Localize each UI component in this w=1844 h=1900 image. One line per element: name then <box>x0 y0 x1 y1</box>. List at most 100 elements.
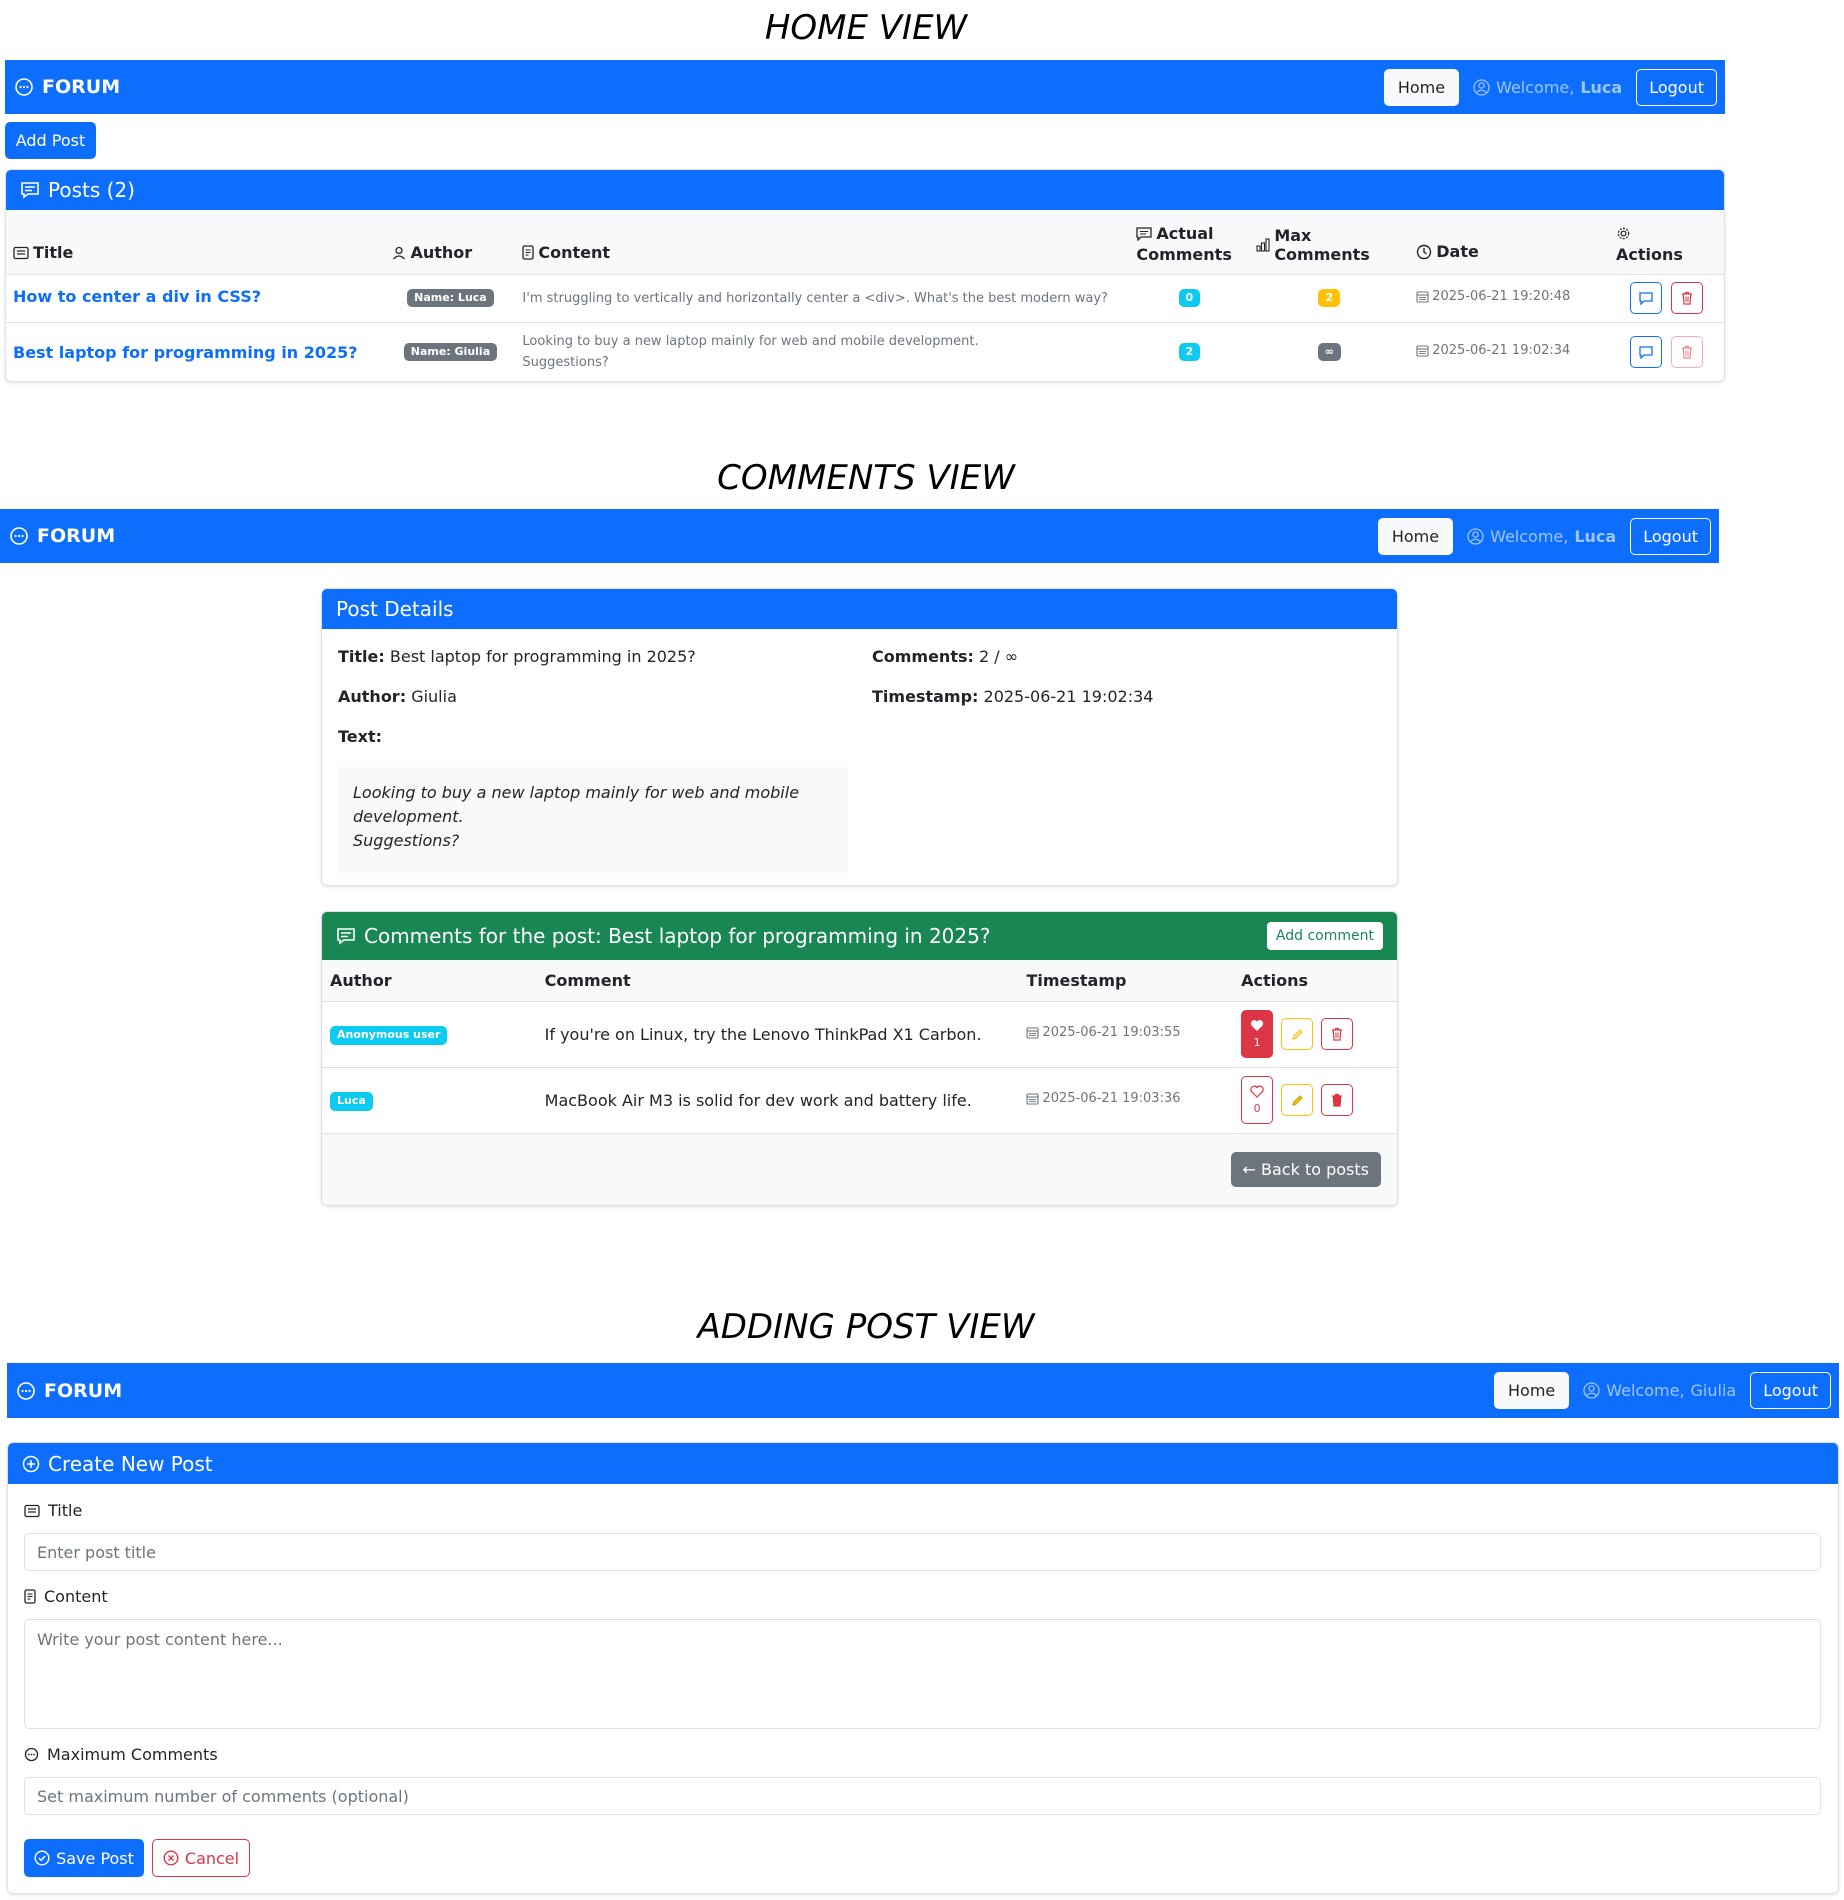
comment-text: If you're on Linux, try the Lenovo Think… <box>536 1001 1019 1068</box>
delete-post-button[interactable] <box>1671 282 1703 314</box>
chat-dots-icon <box>16 1381 36 1401</box>
detail-comments-value: 2 / ∞ <box>978 647 1019 666</box>
max-comments-badge: 2 <box>1318 288 1341 308</box>
navbar: FORUM Home Welcome, Giulia Logout <box>7 1363 1839 1418</box>
welcome-text: Welcome, Luca <box>1473 78 1622 97</box>
delete-comment-button[interactable] <box>1321 1084 1354 1116</box>
save-post-label: Save Post <box>56 1848 134 1868</box>
card-text-icon <box>24 1504 40 1518</box>
comment-timestamp: 2025-06-21 19:03:36 <box>1042 1091 1181 1106</box>
delete-comment-button[interactable] <box>1321 1018 1354 1050</box>
save-post-button[interactable]: Save Post <box>24 1839 144 1877</box>
title-input[interactable]: Enter post title <box>24 1533 1821 1571</box>
navbar: FORUM Home Welcome, Luca Logout <box>5 60 1725 114</box>
quote-line3: Suggestions? <box>353 831 460 850</box>
col-actions: Actions <box>1609 210 1724 275</box>
delete-post-button[interactable] <box>1671 336 1703 368</box>
title-label-text: Title <box>48 1501 83 1520</box>
detail-author: Author: Giulia <box>338 687 457 706</box>
calendar-icon <box>1416 290 1429 303</box>
quote-line1: Looking to buy a new laptop mainly for w… <box>353 783 800 802</box>
welcome-prefix: Welcome, <box>1606 1381 1685 1400</box>
like-button[interactable]: 1 <box>1241 1010 1274 1058</box>
col-max-comments: Max Comments <box>1249 210 1410 275</box>
table-row: Best laptop for programming in 2025? Nam… <box>6 322 1724 381</box>
col-title: Title <box>6 210 386 275</box>
comments-header-label: Comments for the post: Best laptop for p… <box>364 924 991 948</box>
brand[interactable]: FORUM <box>0 525 115 547</box>
home-button[interactable]: Home <box>1377 517 1454 555</box>
edit-comment-button[interactable] <box>1281 1084 1314 1116</box>
comment-timestamp: 2025-06-21 19:03:55 <box>1042 1025 1181 1040</box>
max-comments-input[interactable]: Set maximum number of comments (optional… <box>24 1777 1821 1815</box>
add-post-button[interactable]: Add Post <box>5 122 96 159</box>
author-badge: Name: Giulia <box>403 342 498 362</box>
col-actual-label-2: Comments <box>1136 244 1232 264</box>
logout-button[interactable]: Logout <box>1636 68 1717 106</box>
max-comments-badge: ∞ <box>1317 342 1341 362</box>
welcome-text: Welcome, Giulia <box>1583 1381 1736 1400</box>
person-circle-icon <box>1473 78 1490 96</box>
view-comments-button[interactable] <box>1630 282 1662 314</box>
add-comment-button[interactable]: Add comment <box>1266 922 1383 950</box>
detail-text-label: Text: <box>338 727 382 746</box>
posts-header: Posts (2) <box>6 170 1724 210</box>
create-post-card: Create New Post Title Enter post title C… <box>7 1442 1839 1894</box>
detail-author-label: Author: <box>338 687 407 706</box>
posts-header-row: Title Author Content Actual Comments Max … <box>6 210 1724 275</box>
like-count: 1 <box>1253 1036 1261 1049</box>
chat-dots-icon <box>9 526 29 546</box>
col-actions: Actions <box>1233 960 1397 1002</box>
comment-author-badge: Luca <box>330 1092 373 1111</box>
edit-comment-button[interactable] <box>1281 1018 1314 1050</box>
welcome-prefix: Welcome, <box>1496 77 1575 97</box>
comments-view-title: COMMENTS VIEW <box>717 458 1015 498</box>
logout-button[interactable]: Logout <box>1630 517 1711 555</box>
home-button[interactable]: Home <box>1383 68 1460 106</box>
home-view-title: HOME VIEW <box>764 8 968 48</box>
view-comments-button[interactable] <box>1630 336 1662 368</box>
brand[interactable]: FORUM <box>5 76 120 98</box>
gear-icon <box>1616 226 1631 241</box>
plus-circle-icon <box>22 1455 40 1473</box>
post-content: I'm struggling to vertically and horizon… <box>515 274 1130 323</box>
col-actual-label-1: Actual <box>1156 224 1214 243</box>
heart-icon <box>1250 1085 1264 1098</box>
adding-view-title: ADDING POST VIEW <box>697 1307 1035 1347</box>
brand-label: FORUM <box>37 525 116 547</box>
welcome-user: Giulia <box>1690 1381 1737 1400</box>
comments-header-row: Author Comment Timestamp Actions <box>322 960 1397 1002</box>
content-textarea[interactable]: Write your post content here... <box>24 1619 1821 1729</box>
cancel-button[interactable]: Cancel <box>152 1839 250 1877</box>
home-button[interactable]: Home <box>1494 1372 1570 1409</box>
calendar-icon <box>1026 1026 1039 1039</box>
col-actions-label: Actions <box>1616 244 1683 264</box>
person-icon <box>392 246 406 260</box>
back-to-posts-button[interactable]: ← Back to posts <box>1230 1152 1381 1187</box>
like-button[interactable]: 0 <box>1241 1076 1274 1124</box>
post-content-line2: Suggestions? <box>522 355 609 370</box>
post-title-link[interactable]: Best laptop for programming in 2025? <box>13 343 358 362</box>
clock-icon <box>1416 244 1432 260</box>
col-comment: Comment <box>536 960 1019 1002</box>
brand[interactable]: FORUM <box>7 1380 122 1402</box>
chat-dots-icon <box>14 77 34 97</box>
post-content-line1: Looking to buy a new laptop mainly for w… <box>522 334 979 349</box>
bar-chart-icon <box>1256 237 1270 252</box>
chat-square-text-icon <box>336 926 356 946</box>
detail-comments: Comments: 2 / ∞ <box>872 647 1018 666</box>
detail-timestamp-value: 2025-06-21 19:02:34 <box>983 687 1154 706</box>
logout-button[interactable]: Logout <box>1750 1372 1831 1409</box>
x-circle-icon <box>163 1850 179 1866</box>
col-content: Content <box>515 210 1130 275</box>
col-content-label: Content <box>538 242 611 262</box>
file-text-icon <box>24 1589 36 1604</box>
person-circle-icon <box>1583 1382 1600 1399</box>
col-author: Author <box>385 210 516 275</box>
welcome-user: Luca <box>1574 526 1617 546</box>
comments-card: Comments for the post: Best laptop for p… <box>321 911 1398 1206</box>
pencil-icon <box>1291 1028 1304 1041</box>
post-date: 2025-06-21 19:20:48 <box>1432 289 1571 304</box>
post-title-link[interactable]: How to center a div in CSS? <box>13 287 261 306</box>
chat-icon <box>1639 345 1653 359</box>
